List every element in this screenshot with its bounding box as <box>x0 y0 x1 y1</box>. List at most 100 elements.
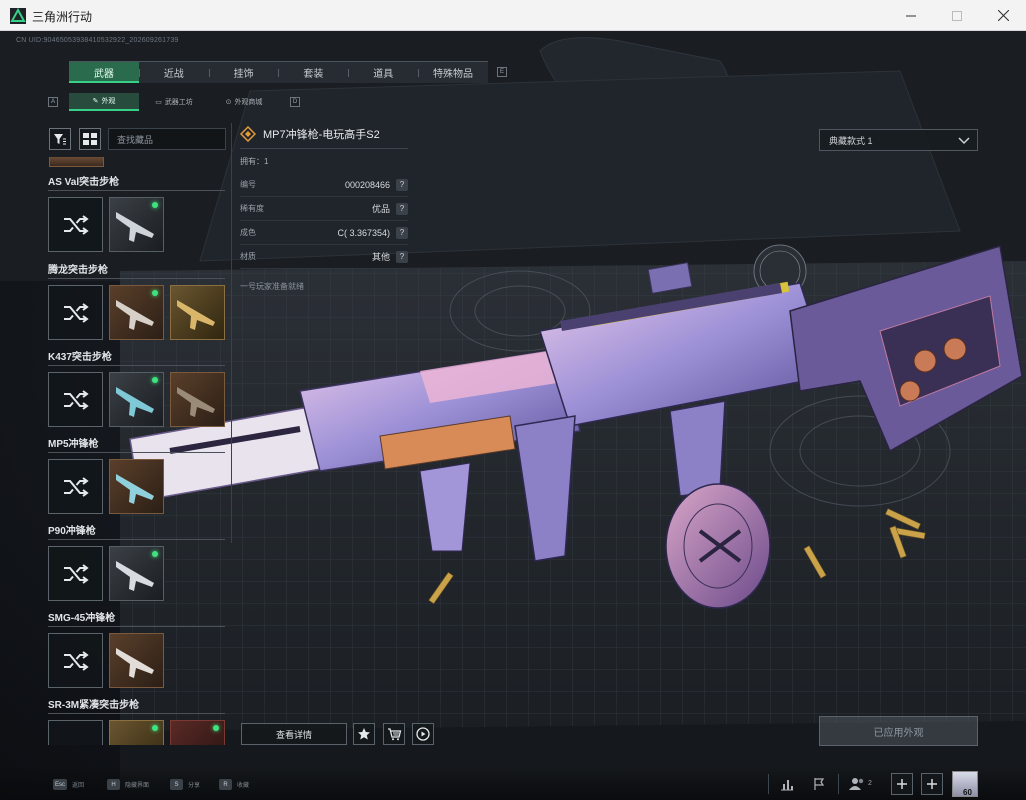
hint-favorite[interactable]: R 收藏 <box>219 779 249 790</box>
friends-button[interactable] <box>846 773 868 795</box>
weapon-group-k437: K437突击步枪 <box>48 350 225 427</box>
subtab-workshop-label: 武器工坊 <box>164 99 193 106</box>
skin-tile-partial[interactable] <box>49 157 104 167</box>
preview-video-button[interactable] <box>412 723 434 745</box>
view-details-button[interactable]: 查看详情 <box>241 723 347 745</box>
weapon-thumb-icon <box>116 474 154 504</box>
skin-tile[interactable] <box>109 372 164 427</box>
hint-label: 分享 <box>188 783 201 789</box>
subtab-appearance[interactable]: ✎ 外观 <box>69 93 139 111</box>
applied-skin-button[interactable]: 已应用外观 <box>819 716 978 746</box>
favorite-button[interactable] <box>353 723 375 745</box>
stats-button[interactable] <box>776 773 798 795</box>
random-skin-button[interactable] <box>48 285 103 340</box>
shuffle-icon <box>63 650 89 671</box>
detail-value: C( 3.367354) <box>337 227 390 238</box>
game-viewport: CN UID:90465053938410532922_202609261739… <box>0 31 1026 800</box>
shuffle-icon <box>63 476 89 497</box>
tab-special-items[interactable]: 特殊物品 <box>418 62 488 83</box>
hint-label: 收藏 <box>237 783 250 789</box>
skin-tile[interactable] <box>170 285 225 340</box>
tab-items[interactable]: 道具 <box>348 62 418 83</box>
skin-description: 一号玩家准备就绪 <box>240 282 304 291</box>
avatar[interactable]: 60 <box>952 771 978 797</box>
flag-button[interactable] <box>808 773 830 795</box>
skin-tile[interactable] <box>109 633 164 688</box>
detail-value: 其他 <box>371 252 390 262</box>
weapon-thumb-icon <box>116 212 154 242</box>
hint-hide-ui[interactable]: H 隐藏界面 <box>107 779 149 790</box>
maximize-button[interactable] <box>934 0 980 31</box>
list-scrollbar[interactable] <box>231 123 232 543</box>
equipped-indicator <box>213 725 219 731</box>
weapon-group-tenglong: 腾龙突击步枪 <box>48 263 225 340</box>
random-skin-button[interactable] <box>48 633 103 688</box>
skin-tile[interactable] <box>109 546 164 601</box>
tab-melee[interactable]: 近战 <box>138 62 209 83</box>
filter-icon <box>54 134 66 145</box>
workshop-icon: ▭ <box>155 99 162 106</box>
close-button[interactable] <box>980 0 1026 31</box>
close-icon <box>997 10 1009 21</box>
detail-key: 成色 <box>240 228 256 237</box>
key-badge: H <box>107 779 120 790</box>
weapon-list: AS Val突击步枪 腾龙突击步枪 K437突击步枪 MP5冲锋枪 P90冲锋枪… <box>40 157 232 745</box>
chevron-down-icon <box>958 137 970 145</box>
hint-back[interactable]: Esc 返回 <box>53 779 84 790</box>
style-variant-select[interactable]: 典藏款式 1 <box>819 129 978 151</box>
skin-tile[interactable] <box>170 372 225 427</box>
sub-tabs: ✎ 外观 ▭ 武器工坊 ⊙ 外观商城 <box>69 93 279 111</box>
random-skin-button[interactable] <box>48 459 103 514</box>
style-variant-value: 典藏款式 1 <box>829 135 873 146</box>
skin-tile[interactable] <box>109 285 164 340</box>
key-badge: R <box>219 779 232 790</box>
random-skin-button[interactable] <box>48 720 103 745</box>
weapon-thumb-icon <box>177 387 215 417</box>
subtab-shop[interactable]: ⊙ 外观商城 <box>209 93 279 111</box>
weapon-group-title: AS Val突击步枪 <box>48 175 225 191</box>
shop-cart-button[interactable] <box>383 723 405 745</box>
search-input[interactable]: 查找藏品 <box>108 128 226 150</box>
shuffle-icon <box>63 214 89 235</box>
key-badge: Esc <box>53 779 68 790</box>
tab-outfits[interactable]: 套装 <box>278 62 348 83</box>
divider <box>838 774 839 794</box>
prev-subtab-key-hint: A <box>48 97 58 107</box>
help-icon[interactable]: ? <box>396 178 408 191</box>
random-skin-button[interactable] <box>48 546 103 601</box>
weapon-group-smg45: SMG-45冲锋枪 <box>48 611 225 688</box>
minimize-button[interactable] <box>888 0 934 31</box>
grid-view-button[interactable] <box>79 128 101 150</box>
avatar-level: 60 <box>963 788 972 797</box>
divider <box>240 148 408 149</box>
subtab-workshop[interactable]: ▭ 武器工坊 <box>139 93 209 111</box>
weapon-group-title: 腾龙突击步枪 <box>48 263 225 279</box>
skin-tile[interactable] <box>170 720 225 745</box>
weapon-group-mp5: MP5冲锋枪 <box>48 437 225 514</box>
next-subtab-key-hint: D <box>290 97 300 107</box>
add-friend-button[interactable] <box>891 773 913 795</box>
help-icon[interactable]: ? <box>396 202 408 215</box>
skin-tile[interactable] <box>109 459 164 514</box>
weapon-thumb-icon <box>116 387 154 417</box>
filter-button[interactable] <box>49 128 71 150</box>
key-badge: S <box>170 779 183 790</box>
random-skin-button[interactable] <box>48 372 103 427</box>
random-skin-button[interactable] <box>48 197 103 252</box>
window-title: 三角洲行动 <box>32 10 93 24</box>
detail-value: 000208466 <box>344 179 390 190</box>
weapon-group-asval: AS Val突击步枪 <box>48 175 225 252</box>
skin-tile[interactable] <box>109 197 164 252</box>
help-icon[interactable]: ? <box>396 250 408 263</box>
detail-row-rarity: 稀有度 优品? <box>240 197 408 221</box>
tab-charms[interactable]: 挂饰 <box>208 62 279 83</box>
tab-weapons[interactable]: 武器 <box>69 62 139 83</box>
shuffle-icon <box>63 302 89 323</box>
hint-share[interactable]: S 分享 <box>170 779 200 790</box>
skin-tile[interactable] <box>109 720 164 745</box>
help-icon[interactable]: ? <box>396 226 408 239</box>
shop-icon: ⊙ <box>225 99 232 106</box>
invite-team-button[interactable] <box>921 773 943 795</box>
friends-icon <box>849 778 864 790</box>
collection-panel: 查找藏品 AS Val突击步枪 腾龙突击步枪 K437突击步枪 MP5冲锋枪 P… <box>40 121 232 745</box>
